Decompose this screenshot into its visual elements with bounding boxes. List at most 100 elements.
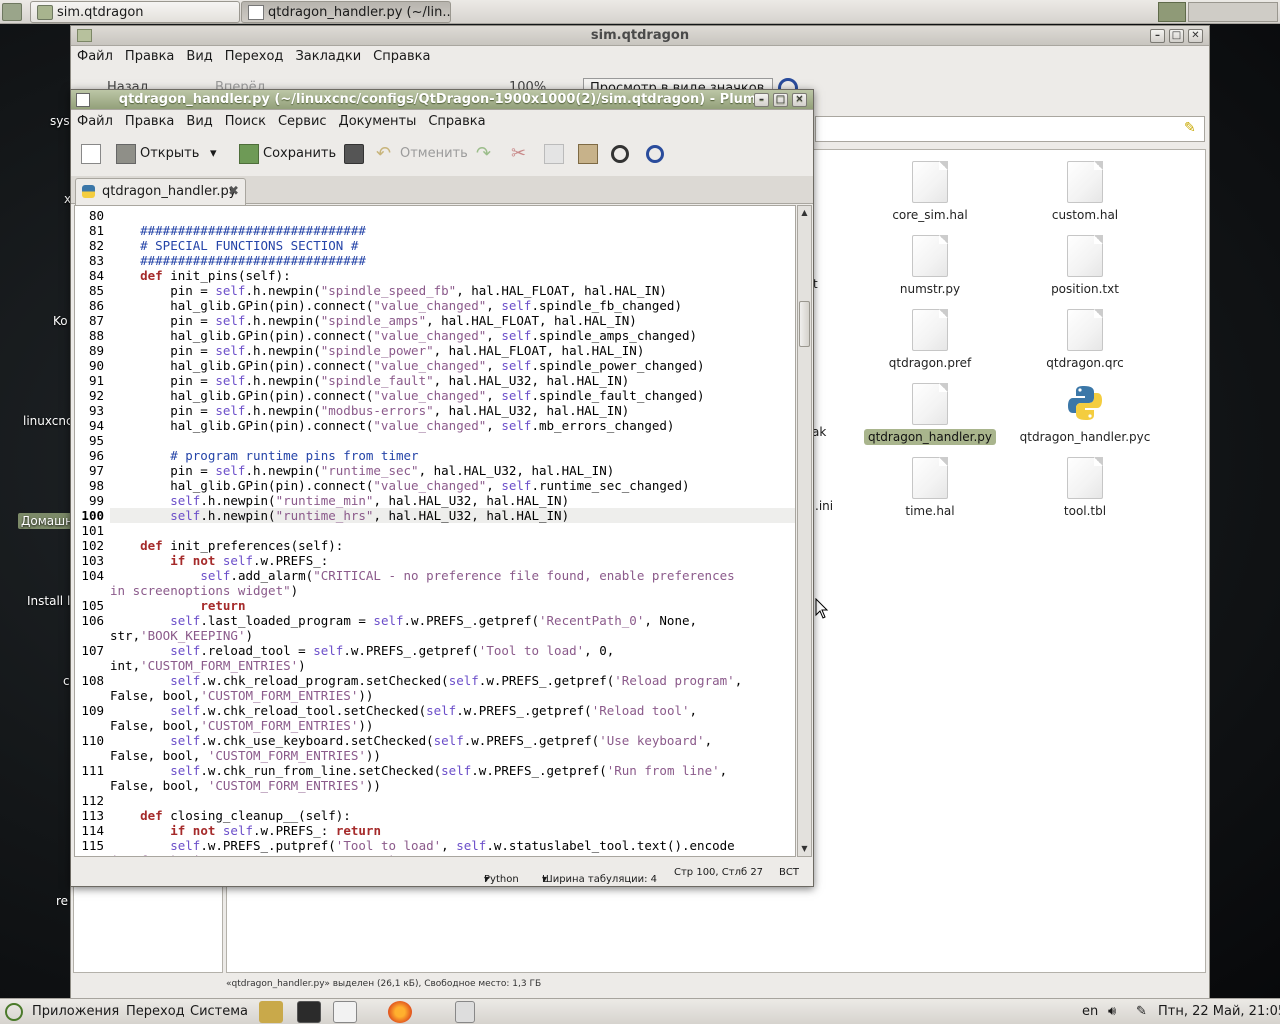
minimize-button[interactable]: – xyxy=(1150,29,1165,43)
linuxcnc-launcher-icon[interactable] xyxy=(259,1001,283,1023)
code-token: .w.PREFS_.getpref( xyxy=(478,673,615,688)
line-number: 102 xyxy=(81,538,104,553)
folder-icon xyxy=(77,29,92,42)
code-token: .w.chk_reload_program.setChecked( xyxy=(200,673,449,688)
close-button[interactable]: ✕ xyxy=(1188,29,1203,43)
file-item[interactable]: qtdragon_handler.pyc xyxy=(1015,383,1155,445)
save-button[interactable]: Сохранить xyxy=(239,142,336,166)
code-token: self xyxy=(215,283,246,298)
print-button[interactable] xyxy=(344,142,368,166)
desktop-label[interactable]: Ko xyxy=(53,314,68,328)
taskbar-item-pluma[interactable]: qtdragon_handler.py (~/lin... xyxy=(241,1,451,23)
menu-file[interactable]: Файл xyxy=(71,46,119,64)
code-line: int,'CUSTOM_FORM_ENTRIES') xyxy=(110,658,795,673)
menu-edit[interactable]: Правка xyxy=(119,46,180,64)
file-manager-titlebar[interactable]: sim.qtdragon – □ ✕ xyxy=(71,26,1209,46)
file-icon xyxy=(1067,457,1103,499)
recent-dropdown[interactable]: ▾ xyxy=(210,142,217,166)
replace-button[interactable] xyxy=(646,142,668,166)
menu-tools[interactable]: Сервис xyxy=(272,111,333,129)
file-item[interactable]: position.txt xyxy=(1015,235,1155,297)
firefox-launcher-icon[interactable] xyxy=(388,1001,412,1023)
applications-menu[interactable]: Приложения xyxy=(32,1004,119,1019)
menu-documents[interactable]: Документы xyxy=(333,111,423,129)
file-label[interactable]: ak xyxy=(812,425,826,439)
paste-button[interactable] xyxy=(578,142,602,166)
code-line: hal_glib.GPin(pin).connect("value_change… xyxy=(110,298,795,313)
desktop-label[interactable]: Домашн xyxy=(18,513,76,529)
find-button[interactable] xyxy=(611,142,633,166)
desktop-label[interactable]: linuxcnc xyxy=(23,414,73,428)
file-item[interactable]: time.hal xyxy=(860,457,1000,519)
clear-icon[interactable]: ✎ xyxy=(1184,120,1198,138)
desktop-label[interactable]: Install l xyxy=(27,594,70,608)
menu-bookmarks[interactable]: Закладки xyxy=(289,46,367,64)
document-tab[interactable]: qtdragon_handler.py ✖ xyxy=(75,178,246,205)
line-number: 82 xyxy=(88,238,104,253)
clock[interactable]: Птн, 22 Май, 21:05 xyxy=(1158,1004,1280,1019)
desktop-label[interactable]: sys xyxy=(50,114,70,128)
keyboard-layout[interactable]: en xyxy=(1082,1004,1098,1019)
text-editor-launcher-icon[interactable] xyxy=(333,1001,357,1023)
file-label[interactable]: .ini xyxy=(815,499,833,513)
scroll-down-icon[interactable]: ▼ xyxy=(799,843,810,855)
menu-go[interactable]: Переход xyxy=(219,46,290,64)
workspace-switcher-2[interactable] xyxy=(1188,2,1278,22)
line-number: 89 xyxy=(88,343,104,358)
file-item[interactable]: custom.hal xyxy=(1015,161,1155,223)
menu-edit[interactable]: Правка xyxy=(119,111,180,129)
trash-icon[interactable] xyxy=(455,1001,475,1023)
workspace-switcher[interactable] xyxy=(1158,2,1186,22)
network-icon[interactable]: ✎ xyxy=(1136,1004,1147,1019)
show-desktop-icon[interactable] xyxy=(2,3,22,21)
scrollbar-thumb[interactable] xyxy=(799,301,810,347)
maximize-button[interactable]: □ xyxy=(1169,29,1184,43)
file-item[interactable]: tool.tbl xyxy=(1015,457,1155,519)
close-button[interactable]: ✕ xyxy=(792,93,807,107)
code-editor[interactable]: 80 81 82 83 84 85 86 87 88 89 90 91 92 93 94 95 96 97 98 99… xyxy=(74,205,796,857)
menu-view[interactable]: Вид xyxy=(180,111,218,129)
undo-button[interactable]: ↶ Отменить xyxy=(376,142,468,166)
menu-view[interactable]: Вид xyxy=(180,46,218,64)
file-item-selected[interactable]: qtdragon_handler.py xyxy=(860,383,1000,445)
line-number: 80 xyxy=(88,208,104,223)
minimize-button[interactable]: – xyxy=(754,93,769,107)
code-token: self xyxy=(373,613,404,628)
code-token: "value_changed" xyxy=(373,298,487,313)
redo-button[interactable]: ↷ xyxy=(476,142,500,166)
code-token: def xyxy=(140,268,163,283)
volume-icon[interactable]: 🔊︎ xyxy=(1108,1004,1116,1019)
new-button[interactable] xyxy=(81,142,105,166)
mate-logo-icon[interactable] xyxy=(5,1003,23,1021)
code-line: False, bool, 'CUSTOM_FORM_ENTRIES')) xyxy=(110,778,795,793)
code-token: self xyxy=(170,733,201,748)
code-token: in screenoptions widget" xyxy=(110,583,291,598)
menu-help[interactable]: Справка xyxy=(367,46,436,64)
code-token: self xyxy=(215,313,246,328)
tab-label: qtdragon_handler.py xyxy=(102,184,237,199)
places-menu[interactable]: Переход xyxy=(126,1004,185,1019)
copy-button[interactable] xyxy=(544,142,568,166)
menu-help[interactable]: Справка xyxy=(422,111,491,129)
scroll-up-icon[interactable]: ▲ xyxy=(799,207,810,219)
file-item[interactable]: numstr.py xyxy=(860,235,1000,297)
location-bar[interactable]: ✎ xyxy=(815,116,1205,142)
open-button[interactable]: Открыть xyxy=(116,142,199,166)
file-item[interactable]: qtdragon.qrc xyxy=(1015,309,1155,371)
maximize-button[interactable]: □ xyxy=(773,93,788,107)
file-item[interactable]: qtdragon.pref xyxy=(860,309,1000,371)
terminal-launcher-icon[interactable] xyxy=(297,1001,321,1023)
line-number: 97 xyxy=(88,463,104,478)
menu-file[interactable]: Файл xyxy=(71,111,119,129)
pluma-titlebar[interactable]: qtdragon_handler.py (~/linuxcnc/configs/… xyxy=(71,90,813,110)
code-token: , hal.HAL_U32, hal.HAL_IN) xyxy=(373,508,570,523)
menu-search[interactable]: Поиск xyxy=(219,111,272,129)
vertical-scrollbar[interactable]: ▲ ▼ xyxy=(797,205,812,857)
desktop-label[interactable]: c xyxy=(63,674,70,688)
system-menu[interactable]: Система xyxy=(190,1004,248,1019)
desktop-label[interactable]: re xyxy=(56,894,68,908)
file-item[interactable]: core_sim.hal xyxy=(860,161,1000,223)
cut-button[interactable]: ✂ xyxy=(511,142,535,166)
taskbar-item-file-manager[interactable]: sim.qtdragon xyxy=(30,1,240,23)
close-tab-icon[interactable]: ✖ xyxy=(228,184,239,199)
